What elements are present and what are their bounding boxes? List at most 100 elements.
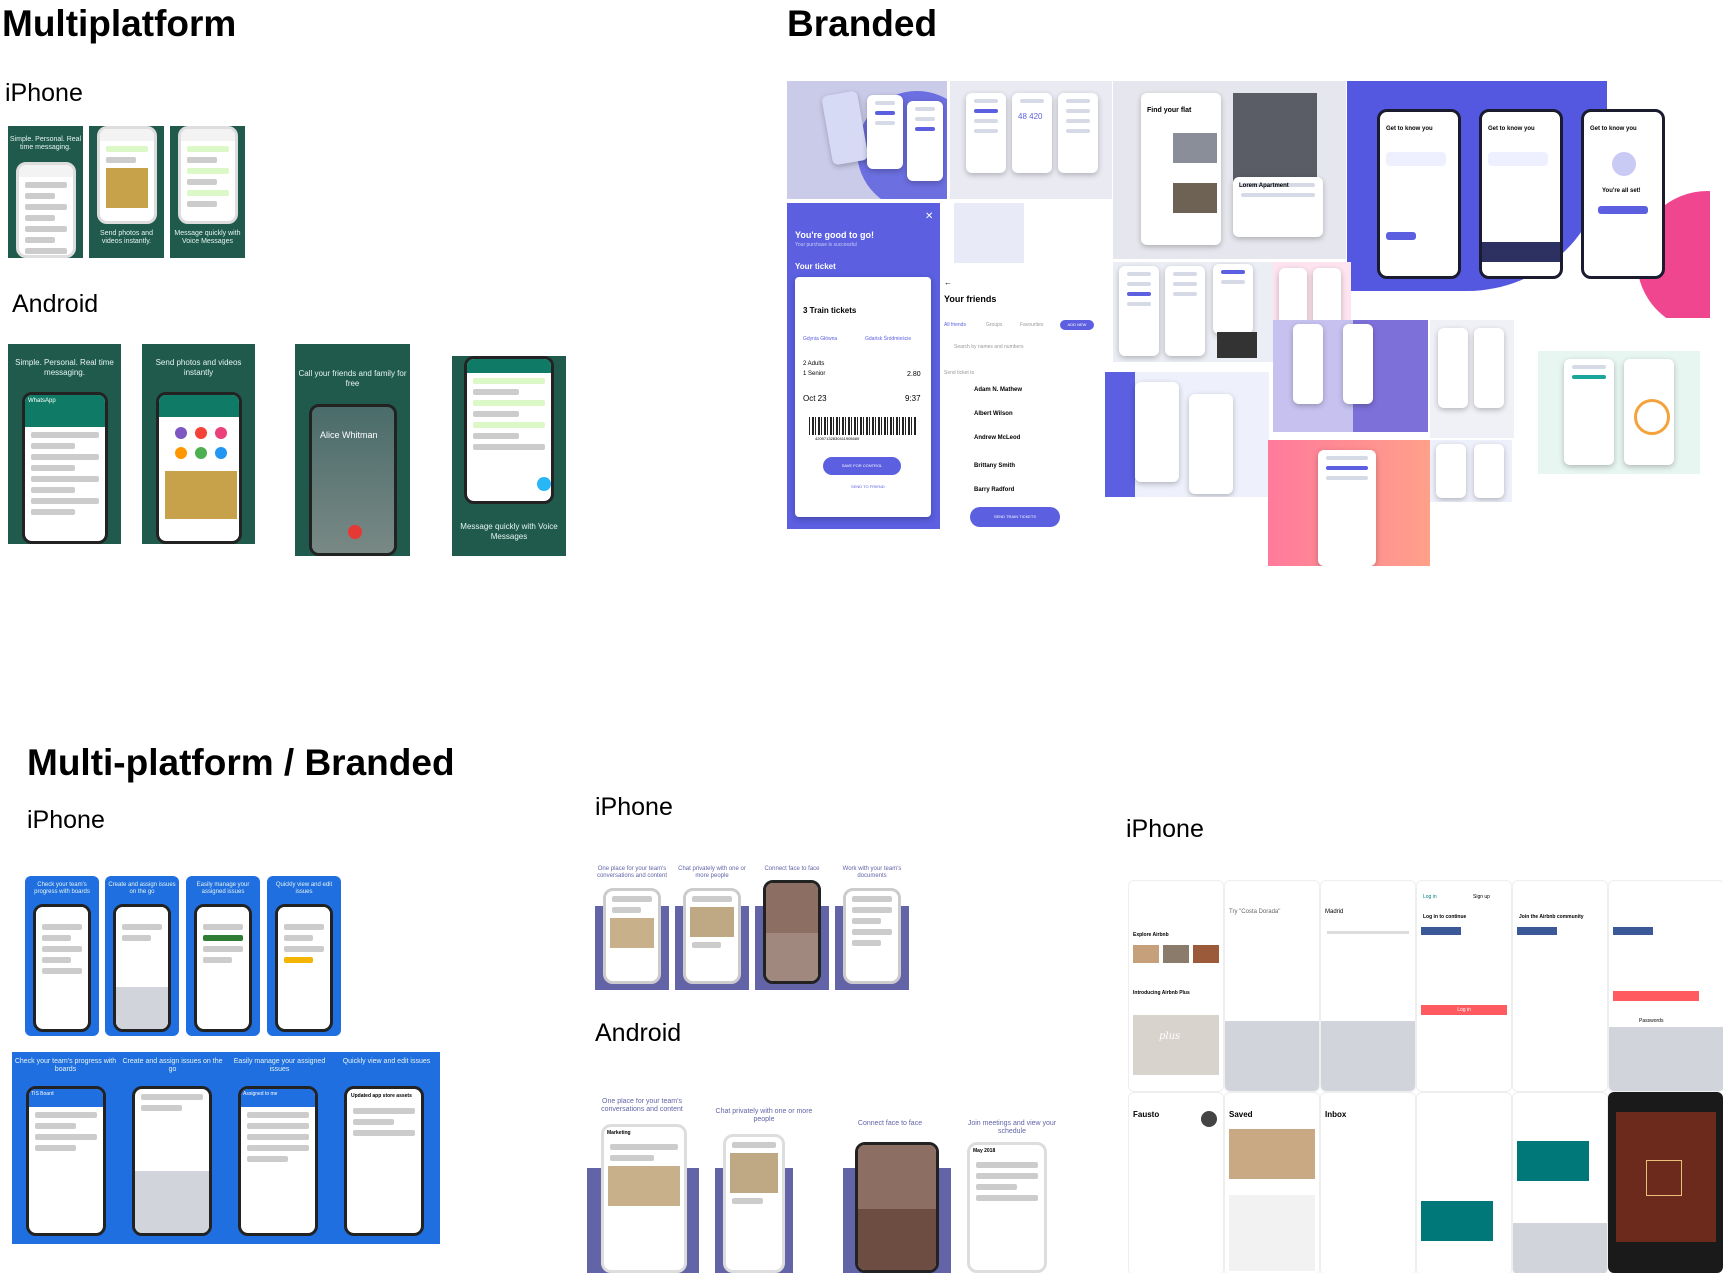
friend-name[interactable]: Albert Wilson: [974, 411, 1013, 418]
friends-back-icon[interactable]: ←: [944, 278, 952, 288]
caller-name: Alice Whitman: [320, 430, 378, 440]
branded-tile-onboarding: Get to know you Get to know you Get to k…: [1347, 81, 1710, 318]
caption: Message quickly with Voice Messages: [460, 522, 558, 541]
android-chat-header: WhatsApp: [25, 395, 105, 427]
ticket-senior: 1 Senior: [803, 371, 826, 377]
friends-tab-groups[interactable]: Groups: [986, 322, 1002, 329]
whatsapp-android-tile-4: Message quickly with Voice Messages: [452, 356, 566, 556]
branded-tile-finance: [1538, 351, 1700, 474]
save-for-control-button[interactable]: SAVE FOR CONTROL: [823, 457, 901, 475]
send-to-friend-link[interactable]: SEND TO FRIEND: [851, 484, 885, 489]
jira-iphone-tile-2: Create and assign issues on the go: [105, 876, 179, 1036]
friend-name[interactable]: Brittany Smith: [974, 463, 1015, 470]
apartment-title: Lorem Apartment: [1239, 183, 1289, 189]
onboarding-done: You're all set!: [1602, 188, 1641, 194]
airbnb-signup-tab[interactable]: Sign up: [1473, 894, 1490, 901]
branded-tile-misc-4: [1430, 320, 1514, 438]
branded-tile-misc-1: [1113, 262, 1273, 362]
ticket-close-icon[interactable]: ✕: [925, 211, 933, 222]
caption: Create and assign issues on the go: [122, 1058, 223, 1074]
ticket-time: 9:37: [905, 394, 921, 403]
branded-tile-misc-3: [1273, 320, 1428, 432]
ticket-to: Gdańsk Śródmieście: [865, 336, 912, 342]
airbnb-screen-login: Log in Sign up Log in to continue Log in: [1416, 880, 1512, 1092]
whatsapp-android-tile-3: Call your friends and family for free Al…: [295, 344, 410, 556]
caption: Quickly view and edit issues: [342, 1058, 431, 1065]
airbnb-plus-intro: Introducing Airbnb Plus: [1133, 990, 1190, 996]
caption: Check your team's progress with boards: [34, 882, 90, 896]
friends-tab-favourites[interactable]: Favourites: [1020, 322, 1043, 329]
airbnb-screen-chat-2: [1512, 1092, 1608, 1273]
airbnb-screen-chat: [1416, 1092, 1512, 1273]
caption: Send photos and videos instantly.: [100, 230, 153, 246]
ticket-date: Oct 23: [803, 394, 827, 403]
caption: Quickly view and edit issues: [275, 882, 333, 896]
caption: Message quickly with Voice Messages: [174, 230, 241, 246]
friends-add-button[interactable]: ADD NEW: [1060, 320, 1094, 330]
airbnb-search-input[interactable]: Try "Costa Dorada": [1229, 909, 1280, 916]
whatsapp-iphone-tile-1: Simple. Personal. Real time messaging.: [8, 126, 83, 258]
ticket-headline: You're good to go!: [795, 230, 874, 240]
airbnb-passwords: Passwords: [1639, 1018, 1664, 1024]
jira-screen-title: TIS Board: [29, 1089, 103, 1107]
ticket-barcode: [809, 417, 917, 435]
caption: Easily manage your assigned issues: [233, 1058, 326, 1074]
section-title-multi-branded: Multi-platform / Branded: [27, 742, 455, 783]
section-title-multiplatform: Multiplatform: [2, 3, 237, 44]
caption: Easily manage your assigned issues: [196, 882, 250, 896]
label-iphone-jira: iPhone: [27, 806, 105, 834]
label-android-teams: Android: [595, 1019, 682, 1047]
caption: Check your team's progress with boards: [14, 1058, 117, 1074]
caption: One place for your team's conversations …: [596, 866, 668, 880]
teams-android-strip: One place for your team's conversations …: [587, 1098, 1071, 1273]
airbnb-login-tab[interactable]: Log in: [1423, 894, 1437, 901]
caption: One place for your team's conversations …: [601, 1098, 683, 1114]
airbnb-saved: Saved: [1229, 1110, 1253, 1119]
caption: Work with your team's documents: [842, 866, 902, 880]
onboarding-title: Get to know you: [1386, 126, 1433, 132]
jira-screen-title: Assigned to me: [241, 1089, 315, 1107]
label-iphone-airbnb: iPhone: [1126, 815, 1204, 843]
ticket-from: Gdynia Główna: [803, 336, 838, 342]
branded-tile-pink: [1268, 440, 1430, 566]
caption: Call your friends and family for free: [298, 369, 407, 388]
section-title-branded: Branded: [787, 3, 938, 44]
whatsapp-android-tile-2: Send photos and videos instantly: [142, 344, 255, 544]
friend-name[interactable]: Barry Radford: [974, 487, 1014, 494]
jira-iphone-tile-4: Quickly view and edit issues: [267, 876, 341, 1036]
airbnb-city: Madrid: [1325, 909, 1344, 915]
airbnb-inbox: Inbox: [1325, 1110, 1347, 1119]
send-ticket-to-label: Send ticket to: [944, 370, 975, 376]
branded-tile-misc-5: [1105, 372, 1269, 497]
friend-name[interactable]: Andrew McLeod: [974, 435, 1020, 442]
airbnb-screen-city: Madrid: [1320, 880, 1416, 1092]
airbnb-login-button[interactable]: Log in: [1421, 1005, 1507, 1015]
jira-iphone-tile-1: Check your team's progress with boards: [25, 876, 99, 1036]
send-train-tickets-button[interactable]: SEND TRAIN TICKETS: [970, 507, 1060, 527]
teams-iphone-strip: One place for your team's conversations …: [595, 852, 915, 990]
branded-tile-misc-6: [1430, 440, 1512, 502]
ticket-price: 2.80: [907, 371, 921, 378]
friends-tab-all[interactable]: All friends: [944, 322, 966, 329]
whatsapp-android-tile-1: Simple. Personal. Real time messaging. W…: [8, 344, 121, 544]
label-iphone: iPhone: [5, 79, 83, 107]
jira-screen-title: Updated app store assets: [351, 1093, 412, 1099]
caption: Chat privately with one or more people: [715, 1108, 813, 1124]
airbnb-screen-explore: Explore Airbnb Introducing Airbnb Plus p…: [1128, 880, 1224, 1092]
branded-tile-friends: ← Your friends All friends Groups Favour…: [940, 203, 1112, 529]
friends-search-input[interactable]: Search by names and numbers: [954, 344, 1023, 351]
airbnb-plus-logo: plus: [1159, 1031, 1181, 1042]
branded-tile-stats: 48 420: [950, 81, 1112, 199]
caption: Create and assign issues on the go: [108, 882, 176, 896]
airbnb-screen-join: Join the Airbnb community: [1512, 880, 1608, 1092]
airbnb-login-title: Log in to continue: [1423, 914, 1467, 920]
caption: Simple. Personal. Real time messaging.: [15, 358, 114, 377]
ticket-count: 3 Train tickets: [803, 306, 857, 315]
friend-name[interactable]: Adam N. Mathew: [974, 387, 1022, 394]
caption: Join meetings and view your schedule: [967, 1120, 1057, 1136]
ticket-card: 3 Train tickets Gdynia Główna Gdańsk Śró…: [795, 277, 931, 517]
caption: Connect face to face: [764, 866, 820, 872]
caption: Connect face to face: [857, 1120, 923, 1127]
onboarding-title: Get to know you: [1590, 126, 1637, 132]
ticket-barcode-number: 42097132830411905689: [815, 436, 860, 441]
